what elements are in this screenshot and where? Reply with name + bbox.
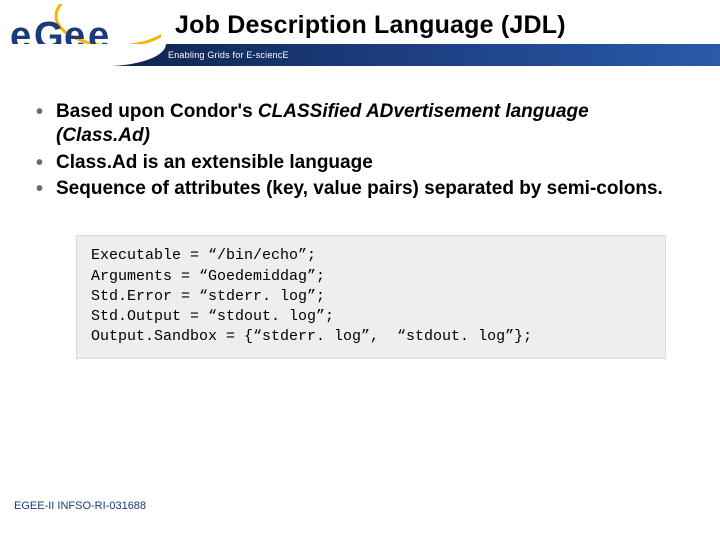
- bullet-text: Based upon Condor's: [56, 101, 258, 122]
- header-tagline: Enabling Grids for E-sciencE: [168, 50, 289, 60]
- slide-header: e G e e Job Description Language (JDL) E…: [0, 0, 720, 72]
- bullet-text: Sequence of attributes (key, value pairs…: [56, 178, 663, 199]
- title-band: Job Description Language (JDL): [165, 6, 716, 44]
- bullet-item: Sequence of attributes (key, value pairs…: [34, 177, 686, 201]
- bullet-item: Based upon Condor's CLASSified ADvertise…: [34, 100, 686, 149]
- bullet-text: Class.Ad is an extensible language: [56, 152, 373, 173]
- code-block: Executable = “/bin/echo”; Arguments = “G…: [76, 235, 666, 358]
- bullet-list: Based upon Condor's CLASSified ADvertise…: [34, 100, 686, 201]
- slide-title: Job Description Language (JDL): [175, 11, 566, 40]
- slide-body: Based upon Condor's CLASSified ADvertise…: [0, 72, 720, 359]
- slide-footer: EGEE-II INFSO-RI-031688: [14, 500, 146, 512]
- bullet-item: Class.Ad is an extensible language: [34, 151, 686, 175]
